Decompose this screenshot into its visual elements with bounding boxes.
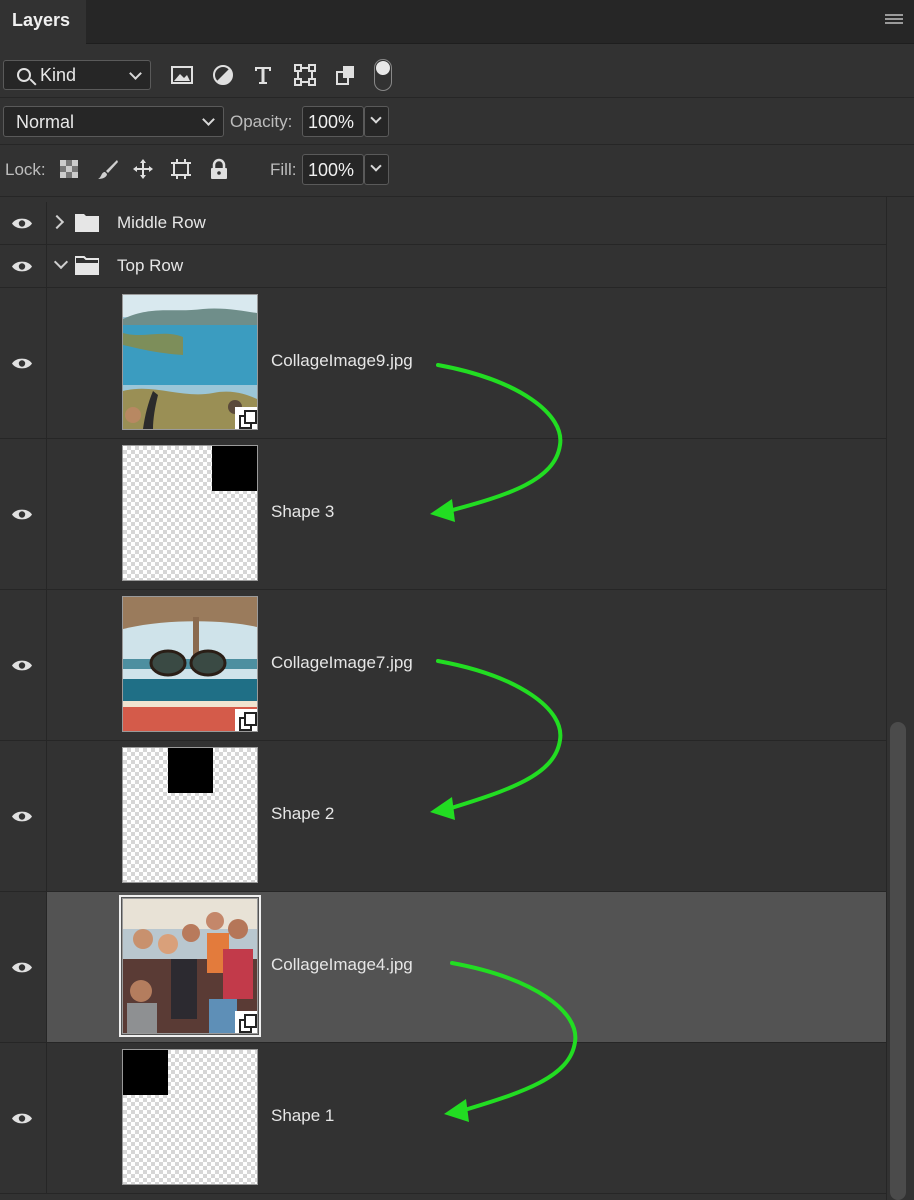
opacity-input[interactable]: 100% bbox=[302, 106, 364, 137]
chevron-down-icon bbox=[370, 112, 382, 124]
panel-tab-bar: Layers bbox=[0, 0, 914, 44]
layer-thumbnail-shape bbox=[122, 747, 258, 883]
layer-name: Top Row bbox=[117, 256, 184, 275]
layer-thumbnail-shape bbox=[122, 1049, 258, 1185]
lock-all-icon[interactable] bbox=[208, 158, 230, 180]
eye-visibility-icon[interactable] bbox=[11, 659, 33, 672]
shape-filter-icon[interactable] bbox=[293, 63, 317, 87]
chevron-down-icon bbox=[370, 160, 382, 172]
image-filter-icon[interactable] bbox=[170, 63, 194, 87]
fill-dropdown[interactable] bbox=[364, 154, 389, 185]
layer-name: Shape 1 bbox=[271, 1106, 335, 1125]
eye-visibility-icon[interactable] bbox=[11, 1112, 33, 1125]
type-filter-icon[interactable] bbox=[251, 63, 275, 87]
layer-name: CollageImage4.jpg bbox=[271, 955, 413, 974]
layer-row-collageimage9[interactable]: CollageImage9.jpg bbox=[0, 288, 886, 439]
eye-visibility-icon[interactable] bbox=[11, 260, 33, 273]
layer-filter-row: Kind bbox=[0, 44, 914, 98]
layer-thumbnail-friends-photo bbox=[122, 898, 258, 1034]
eye-visibility-icon[interactable] bbox=[11, 508, 33, 521]
lock-image-pixels-icon[interactable] bbox=[97, 158, 119, 180]
eye-visibility-icon[interactable] bbox=[11, 810, 33, 823]
filter-kind-select[interactable]: Kind bbox=[3, 60, 151, 90]
layer-name: Middle Row bbox=[117, 213, 206, 232]
folder-icon bbox=[75, 214, 99, 232]
eye-visibility-icon[interactable] bbox=[11, 961, 33, 974]
smart-object-filter-icon[interactable] bbox=[334, 63, 358, 87]
layer-row-shape-3[interactable]: Shape 3 bbox=[0, 439, 886, 590]
layer-group-top-row[interactable]: Top Row bbox=[0, 245, 886, 288]
fill-label: Fill: bbox=[270, 160, 297, 179]
filter-toggle[interactable] bbox=[374, 59, 392, 91]
eye-visibility-icon[interactable] bbox=[11, 357, 33, 370]
panel-menu-icon[interactable] bbox=[885, 14, 903, 28]
opacity-label: Opacity: bbox=[230, 112, 293, 131]
expand-chevron-icon[interactable] bbox=[49, 214, 65, 230]
blend-mode-value: Normal bbox=[16, 112, 75, 132]
chevron-down-icon bbox=[202, 113, 215, 126]
fill-input[interactable]: 100% bbox=[302, 154, 364, 185]
layer-row-collageimage7[interactable]: CollageImage7.jpg bbox=[0, 590, 886, 741]
lock-transparent-pixels-icon[interactable] bbox=[58, 158, 80, 180]
blend-mode-select[interactable]: Normal bbox=[3, 106, 224, 137]
layer-group-middle-row[interactable]: Middle Row bbox=[0, 202, 886, 245]
layers-list: Middle Row Top Row CollageImage9.jpg Sha… bbox=[0, 197, 886, 1200]
lock-label: Lock: bbox=[5, 160, 46, 179]
adjustment-filter-icon[interactable] bbox=[211, 63, 235, 87]
layer-thumbnail-coast-photo bbox=[122, 294, 258, 430]
smart-object-badge-icon bbox=[235, 1011, 257, 1033]
tab-layers[interactable]: Layers bbox=[0, 0, 86, 44]
layers-scrollbar-thumb[interactable] bbox=[890, 722, 906, 1200]
lock-artboard-icon[interactable] bbox=[170, 158, 192, 180]
layer-row-shape-2[interactable]: Shape 2 bbox=[0, 741, 886, 892]
layer-thumbnail-shape bbox=[122, 445, 258, 581]
layer-name: CollageImage7.jpg bbox=[271, 653, 413, 672]
smart-object-badge-icon bbox=[235, 709, 257, 731]
blend-row: Normal Opacity: 100% bbox=[0, 98, 914, 145]
layer-row-collageimage4[interactable]: CollageImage4.jpg bbox=[0, 892, 886, 1043]
chevron-down-icon bbox=[129, 67, 142, 80]
search-icon bbox=[17, 68, 31, 82]
open-folder-icon bbox=[75, 256, 99, 275]
layer-name: Shape 2 bbox=[271, 804, 335, 823]
layer-thumbnail-sunglasses-photo bbox=[122, 596, 258, 732]
collapse-chevron-icon[interactable] bbox=[53, 254, 69, 270]
smart-object-badge-icon bbox=[235, 407, 257, 429]
layer-name: Shape 3 bbox=[271, 502, 335, 521]
layer-row-shape-1[interactable]: Shape 1 bbox=[0, 1043, 886, 1194]
eye-visibility-icon[interactable] bbox=[11, 217, 33, 230]
opacity-dropdown[interactable] bbox=[364, 106, 389, 137]
layer-name: CollageImage9.jpg bbox=[271, 351, 413, 370]
filter-kind-label: Kind bbox=[40, 65, 77, 85]
lock-position-icon[interactable] bbox=[132, 158, 154, 180]
